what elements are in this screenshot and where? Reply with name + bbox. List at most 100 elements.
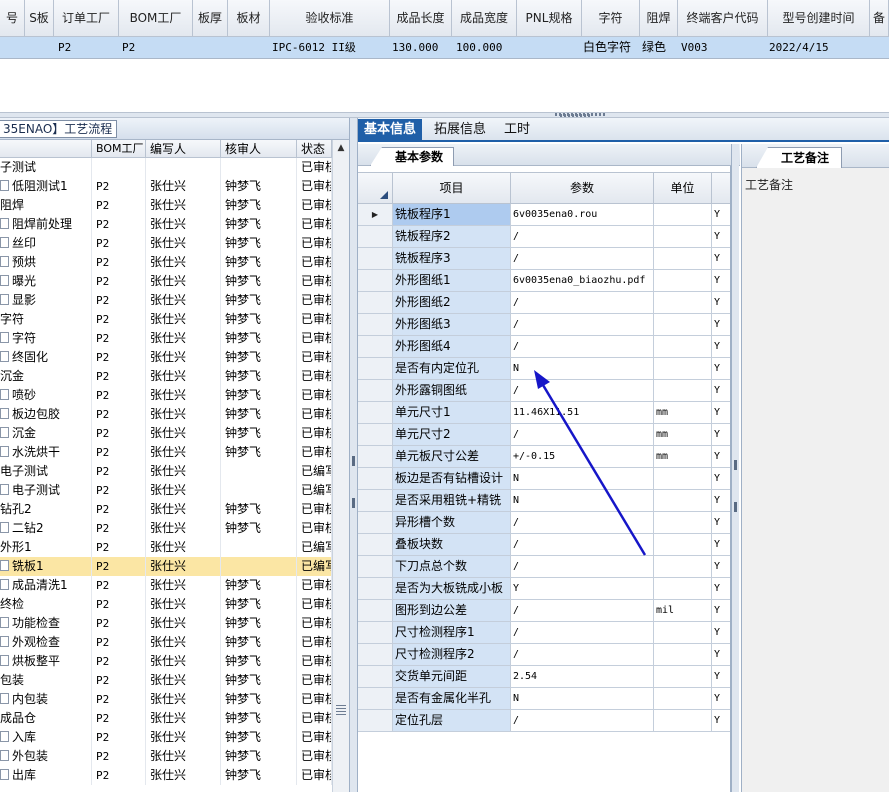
scroll-grip-icon[interactable] (336, 705, 346, 715)
vertical-splitter[interactable] (350, 118, 358, 792)
param-row[interactable]: 外形图纸4/ Y (358, 336, 730, 358)
param-flag-cell[interactable]: Y (712, 314, 730, 335)
process-step-row-selected[interactable]: 铣板1 P2张仕兴 已编写 (0, 557, 332, 576)
splitter-grip-icon[interactable] (352, 498, 355, 508)
param-unit-cell[interactable] (654, 204, 712, 225)
row-indicator[interactable] (358, 270, 393, 291)
param-value-cell[interactable]: / (511, 248, 654, 269)
param-value-cell[interactable]: N (511, 358, 654, 379)
param-flag-cell[interactable]: Y (712, 688, 730, 709)
row-indicator[interactable] (358, 688, 393, 709)
tab-process-remark[interactable]: 工艺备注 (756, 147, 843, 168)
param-flag-cell[interactable]: Y (712, 622, 730, 643)
param-value-cell[interactable]: N (511, 468, 654, 489)
param-flag-cell[interactable]: Y (712, 644, 730, 665)
column-header-param[interactable]: 参数 (511, 173, 654, 204)
param-flag-cell[interactable]: Y (712, 226, 730, 247)
column-header[interactable]: 备 (870, 0, 889, 37)
param-unit-cell[interactable] (654, 490, 712, 511)
param-value-cell[interactable]: 2.54 (511, 666, 654, 687)
param-value-cell[interactable]: / (511, 336, 654, 357)
param-value-cell[interactable]: +/-0.15 (511, 446, 654, 467)
param-unit-cell[interactable] (654, 512, 712, 533)
process-step-row[interactable]: 显影 P2张仕兴钟梦飞已审核 (0, 291, 332, 310)
process-step-row[interactable]: 外形1 P2张仕兴 已编写 (0, 538, 332, 557)
param-unit-cell[interactable] (654, 314, 712, 335)
param-unit-cell[interactable] (654, 292, 712, 313)
column-header[interactable]: PNL规格 (517, 0, 582, 37)
param-unit-cell[interactable]: mm (654, 402, 712, 423)
param-row[interactable]: 铣板程序2/ Y (358, 226, 730, 248)
param-flag-cell[interactable]: Y (712, 446, 730, 467)
param-value-cell[interactable]: 6v0035ena0_biaozhu.pdf (511, 270, 654, 291)
param-flag-cell[interactable]: Y (712, 666, 730, 687)
process-step-row[interactable]: 预烘 P2张仕兴钟梦飞已审核 (0, 253, 332, 272)
param-row[interactable]: 单元板尺寸公差 +/-0.15 mm Y (358, 446, 730, 468)
param-value-cell[interactable]: 6v0035ena0.rou (511, 204, 654, 225)
param-row[interactable]: 是否采用粗铣+精铣 N Y (358, 490, 730, 512)
param-row[interactable]: 外形图纸1 6v0035ena0_biaozhu.pdf Y (358, 270, 730, 292)
row-indicator[interactable] (358, 292, 393, 313)
param-unit-cell[interactable]: mm (654, 446, 712, 467)
column-header-unit[interactable]: 单位 (654, 173, 712, 204)
param-flag-cell[interactable]: Y (712, 336, 730, 357)
row-indicator[interactable] (358, 490, 393, 511)
row-indicator[interactable] (358, 534, 393, 555)
process-step-row[interactable]: 板边包胶 P2张仕兴钟梦飞已审核 (0, 405, 332, 424)
param-row[interactable]: 单元尺寸1 11.46X11.51 mm Y (358, 402, 730, 424)
column-header-writer[interactable]: 编写人 (146, 140, 221, 158)
row-indicator[interactable] (358, 226, 393, 247)
row-indicator[interactable] (358, 424, 393, 445)
process-step-row[interactable]: 沉金 P2张仕兴钟梦飞已审核 (0, 367, 332, 386)
process-step-row[interactable]: 外包装 P2张仕兴钟梦飞已审核 (0, 747, 332, 766)
param-row[interactable]: ▶ 铣板程序1 6v0035ena0.rou Y (358, 204, 730, 226)
param-row[interactable]: 叠板块数 / Y (358, 534, 730, 556)
param-row[interactable]: 是否有内定位孔 N Y (358, 358, 730, 380)
param-unit-cell[interactable] (654, 644, 712, 665)
param-row[interactable]: 外形露铜图纸 / Y (358, 380, 730, 402)
param-unit-cell[interactable] (654, 270, 712, 291)
param-unit-cell[interactable] (654, 468, 712, 489)
param-row[interactable]: 图形到边公差 / mil Y (358, 600, 730, 622)
process-step-row[interactable]: 电子测试 P2张仕兴 已编写 (0, 462, 332, 481)
process-step-row[interactable]: 阻焊前处理 P2张仕兴钟梦飞已审核 (0, 215, 332, 234)
param-row[interactable]: 铣板程序3/ Y (358, 248, 730, 270)
param-value-cell[interactable]: / (511, 622, 654, 643)
column-header[interactable]: S板 (25, 0, 54, 37)
column-header-reviewer[interactable]: 核审人 (221, 140, 297, 158)
param-unit-cell[interactable] (654, 688, 712, 709)
row-indicator[interactable] (358, 600, 393, 621)
param-flag-cell[interactable]: Y (712, 358, 730, 379)
row-indicator[interactable] (358, 644, 393, 665)
param-value-cell[interactable]: / (511, 314, 654, 335)
param-unit-cell[interactable] (654, 534, 712, 555)
param-row[interactable]: 定位孔层 / Y (358, 710, 730, 732)
param-row[interactable]: 异形槽个数 / Y (358, 512, 730, 534)
column-header-status[interactable]: 状态 (297, 140, 332, 158)
process-step-row[interactable]: 出库 P2张仕兴钟梦飞已审核 (0, 766, 332, 785)
param-flag-cell[interactable]: Y (712, 380, 730, 401)
param-value-cell[interactable]: N (511, 688, 654, 709)
column-header[interactable]: 成品长度 (390, 0, 452, 37)
column-header[interactable]: 板厚 (193, 0, 228, 37)
param-flag-cell[interactable]: Y (712, 512, 730, 533)
tab-basic-info[interactable]: 基本信息 (358, 119, 423, 141)
splitter-grip-icon[interactable] (352, 456, 355, 466)
param-unit-cell[interactable] (654, 226, 712, 247)
process-step-row[interactable]: 低阻测试1 P2张仕兴钟梦飞已审核 (0, 177, 332, 196)
param-row[interactable]: 尺寸检测程序1/ Y (358, 622, 730, 644)
param-value-cell[interactable]: Y (511, 578, 654, 599)
scroll-up-icon[interactable]: ▲ (333, 140, 349, 156)
param-flag-cell[interactable]: Y (712, 424, 730, 445)
process-step-row[interactable]: 包装 P2张仕兴钟梦飞已审核 (0, 671, 332, 690)
column-header[interactable]: 字符 (582, 0, 640, 37)
param-flag-cell[interactable]: Y (712, 204, 730, 225)
process-step-row[interactable]: 成品清洗1 P2张仕兴钟梦飞已审核 (0, 576, 332, 595)
current-row-indicator-icon[interactable]: ▶ (358, 204, 393, 225)
row-indicator[interactable] (358, 666, 393, 687)
process-step-row[interactable]: 沉金 P2张仕兴钟梦飞已审核 (0, 424, 332, 443)
param-flag-cell[interactable]: Y (712, 534, 730, 555)
splitter-grip-icon[interactable] (555, 113, 605, 116)
row-indicator[interactable] (358, 578, 393, 599)
column-header[interactable]: 成品宽度 (452, 0, 517, 37)
